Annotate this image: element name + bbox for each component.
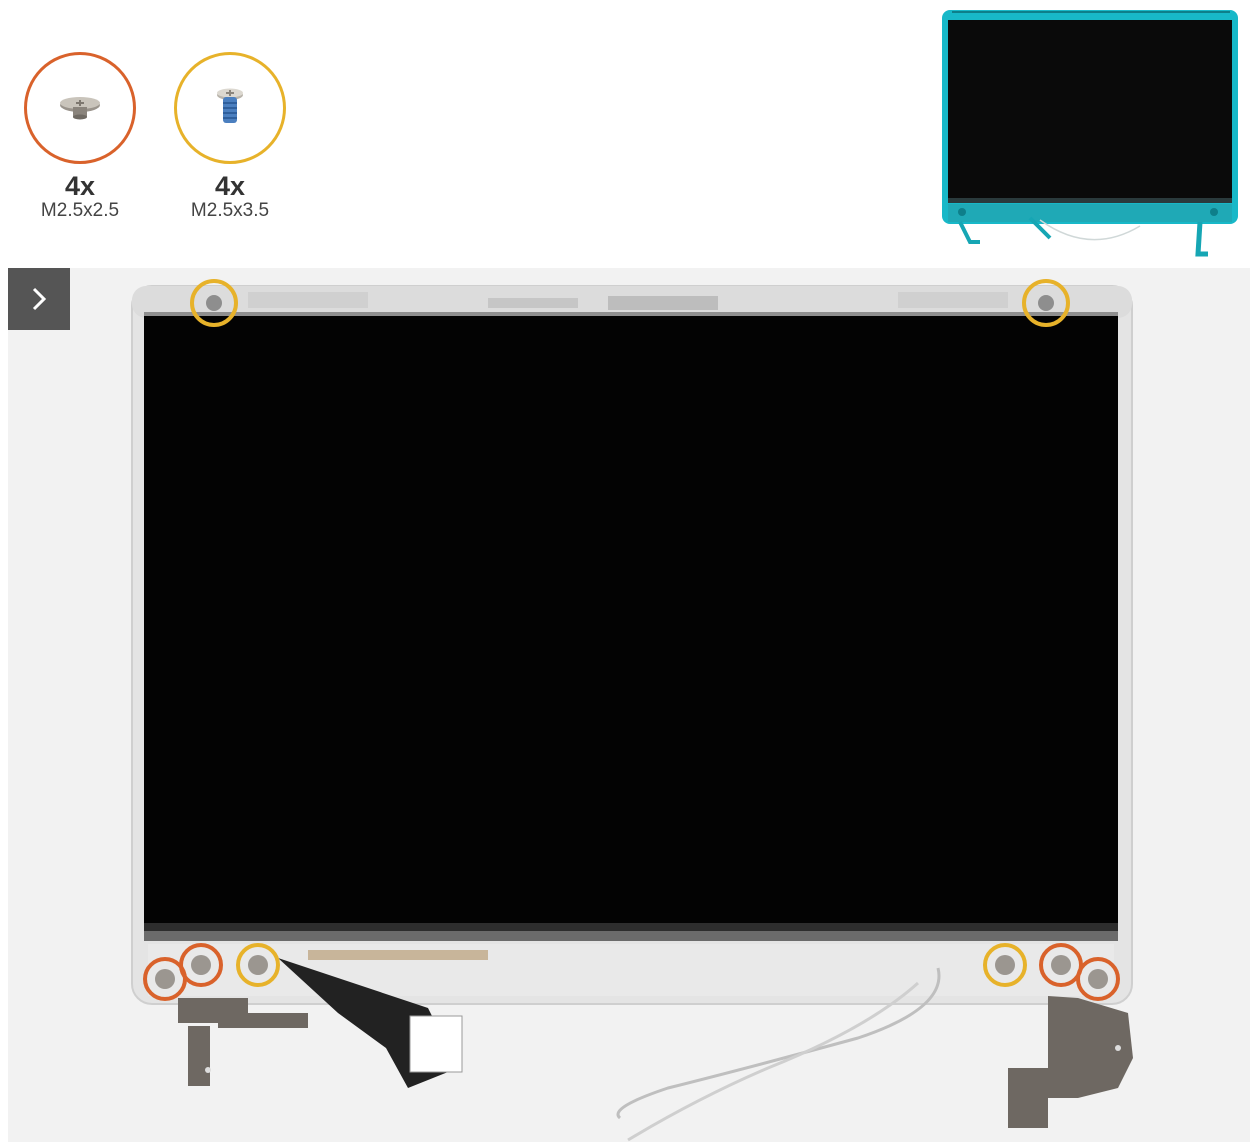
- display-assembly-illustration: [131, 279, 1133, 1142]
- long-screw-size: M2.5x3.5: [190, 200, 270, 221]
- display-assembly-image: [8, 268, 1250, 1142]
- screw-item-long: 4x M2.5x3.5: [160, 52, 300, 222]
- short-screw-size: M2.5x2.5: [40, 200, 120, 221]
- next-step-button[interactable]: [8, 268, 70, 330]
- screw-ring-yellow: [174, 52, 286, 164]
- long-screw-icon: [217, 88, 243, 123]
- long-screw-quantity: 4x: [214, 171, 246, 201]
- screw-ring-orange: [24, 52, 136, 164]
- screw-item-short: 4x M2.5x2.5: [10, 52, 150, 222]
- screw-legend: 4x M2.5x2.5 4x M2.5x3.5: [20, 52, 320, 252]
- short-screw-quantity: 4x: [64, 171, 96, 201]
- chevron-right-icon: [32, 287, 47, 311]
- short-screw-icon: [60, 97, 100, 120]
- display-assembly-thumbnail: [942, 10, 1238, 257]
